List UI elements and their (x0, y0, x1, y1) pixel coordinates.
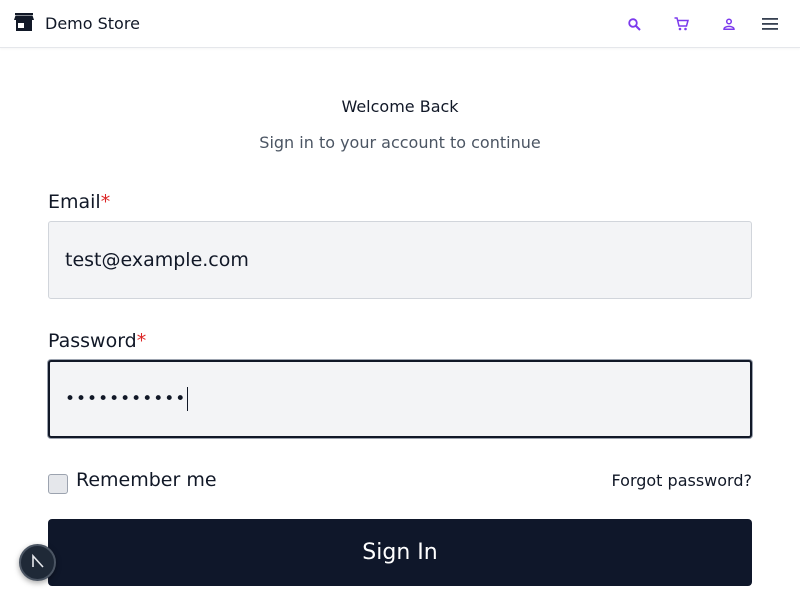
password-value: ••••••••••• (65, 389, 187, 409)
password-label-text: Password (48, 330, 137, 352)
brand-name: Demo Store (45, 14, 140, 33)
brand-link[interactable]: Demo Store (14, 12, 140, 36)
password-field[interactable]: ••••••••••• (48, 360, 752, 438)
password-label: Password* (48, 329, 146, 353)
required-mark: * (100, 191, 111, 213)
remember-me-checkbox[interactable] (48, 474, 68, 494)
remember-me-label[interactable]: Remember me (76, 468, 217, 492)
page-subtitle: Sign in to your account to continue (259, 133, 541, 152)
required-mark: * (136, 330, 147, 352)
page-title: Welcome Back (341, 97, 459, 116)
floating-badge-button[interactable] (19, 544, 56, 581)
sign-in-button[interactable]: Sign In (48, 519, 752, 586)
n-logo-icon (30, 553, 46, 573)
forgot-password-link[interactable]: Forgot password? (612, 470, 752, 492)
store-icon (14, 13, 34, 35)
cart-icon[interactable] (669, 12, 693, 36)
search-icon[interactable] (622, 12, 646, 36)
sign-in-label: Sign In (362, 540, 438, 565)
email-field[interactable]: test@example.com (48, 221, 752, 299)
email-label-text: Email (48, 191, 101, 213)
text-caret (187, 387, 189, 411)
top-navbar: Demo Store (0, 0, 800, 48)
login-page: Demo Store Welcome Back Sign in to your … (0, 0, 800, 600)
menu-icon[interactable] (758, 12, 782, 36)
user-icon[interactable] (717, 12, 741, 36)
email-label: Email* (48, 190, 110, 214)
email-value: test@example.com (65, 249, 249, 271)
